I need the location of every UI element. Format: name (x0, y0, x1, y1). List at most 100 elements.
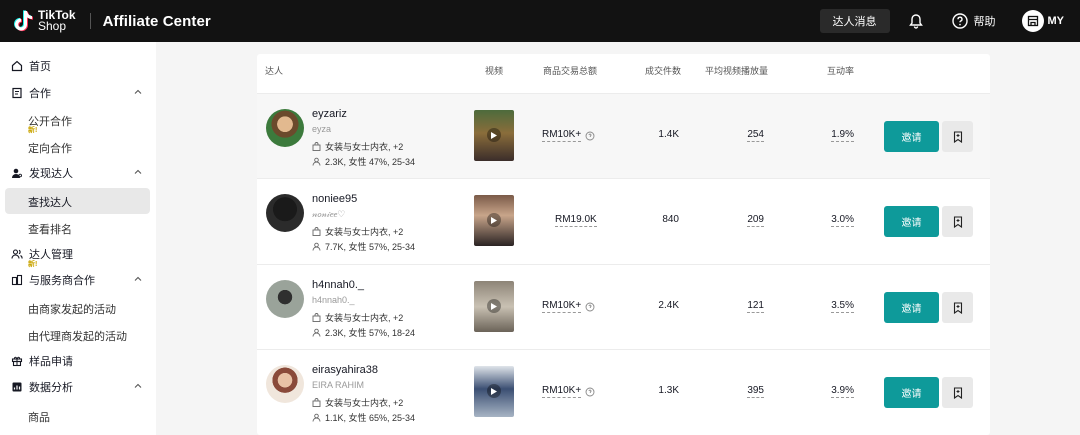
sidebar-item-sample-requests[interactable]: 样品申请 (0, 350, 156, 372)
video-thumbnail[interactable] (474, 366, 514, 417)
followers-icon (312, 413, 321, 422)
sidebar-item-targeted-collaboration[interactable]: 定向合作 (28, 140, 72, 156)
table-row[interactable]: noniee95 𝓃𝑜𝓃𝒾𝑒𝑒♡ 女装与女士内衣, +2 7.7K, 女性 57… (257, 178, 990, 264)
video-thumbnail[interactable] (474, 195, 514, 246)
chart-icon (11, 381, 23, 393)
creator-followers: 1.1K, 女性 65%, 25-34 (312, 411, 415, 424)
creator-category: 女装与女士内衣, +2 (312, 140, 403, 153)
avg-views-text: 395 (747, 385, 764, 398)
category-text: 女装与女士内衣, +2 (325, 398, 404, 408)
sidebar-item-discover-creators[interactable]: 发现达人 (0, 162, 156, 184)
followers-text: 2.3K, 女性 57%, 18-24 (325, 328, 416, 338)
creator-handle: 𝓃𝑜𝓃𝒾𝑒𝑒♡ (312, 209, 346, 219)
items-sold-value: 840 (662, 214, 679, 225)
sidebar-item-collaboration[interactable]: 合作 (0, 82, 156, 104)
followers-text: 2.3K, 女性 47%, 25-34 (325, 157, 416, 167)
gmv-value: RM19.0K (555, 214, 597, 227)
avg-views-text: 254 (747, 129, 764, 142)
creator-name[interactable]: eyzariz (312, 108, 347, 120)
chevron-up-icon (134, 276, 142, 281)
category-text: 女装与女士内衣, +2 (325, 227, 404, 237)
creator-avatar[interactable] (266, 109, 304, 147)
creator-avatar[interactable] (266, 280, 304, 318)
column-header-engagement[interactable]: 互动率 (827, 64, 854, 77)
video-thumbnail[interactable] (474, 281, 514, 332)
tiktok-shop-logo[interactable]: TikTok Shop (12, 9, 76, 33)
creator-avatar[interactable] (266, 194, 304, 232)
gift-icon (11, 355, 23, 367)
sidebar-item-view-rankings[interactable]: 查看排名 (28, 221, 72, 237)
new-badge: 新! (28, 261, 38, 268)
sidebar-item-label: 发现达人 (29, 168, 73, 180)
creator-name[interactable]: h4nnah0._ (312, 279, 364, 291)
table-row[interactable]: eirasyahira38 EIRA RAHIM 女装与女士内衣, +2 1.1… (257, 349, 990, 435)
sidebar-item-merchant-campaigns[interactable]: 由商家发起的活动 (28, 301, 116, 317)
document-icon (11, 87, 23, 99)
bookmark-icon (953, 130, 962, 143)
sidebar-item-label: 样品申请 (29, 356, 73, 368)
info-icon[interactable] (585, 302, 595, 312)
column-header-video: 视频 (485, 66, 504, 76)
home-icon (11, 60, 23, 72)
followers-icon (312, 242, 321, 251)
chevron-up-icon (134, 169, 142, 174)
engagement-text: 3.0% (831, 214, 854, 227)
invite-button[interactable]: 邀请 (884, 206, 939, 237)
avg-views-value: 121 (722, 300, 764, 313)
column-header-avg-views[interactable]: 平均视频播放量 (705, 64, 768, 77)
items-sold-value: 2.4K (658, 300, 679, 311)
bookmark-button[interactable] (942, 121, 973, 152)
table-row[interactable]: h4nnah0._ h4nnah0._ 女装与女士内衣, +2 2.3K, 女性… (257, 264, 990, 350)
table-row[interactable]: eyzariz eyza 女装与女士内衣, +2 2.3K, 女性 47%, 2… (257, 93, 990, 179)
bookmark-button[interactable] (942, 206, 973, 237)
top-bar: TikTok Shop Affiliate Center 达人消息 帮助 MY (0, 0, 1080, 42)
gmv-text: RM10K+ (542, 385, 582, 398)
shop-avatar (1021, 10, 1044, 32)
creator-category: 女装与女士内衣, +2 (312, 311, 403, 324)
new-badge: 新! (28, 127, 38, 134)
creator-category: 女装与女士内衣, +2 (312, 396, 403, 409)
sidebar-item-find-creators[interactable]: 查找达人 (28, 194, 72, 210)
sidebar-item-agency-campaigns[interactable]: 由代理商发起的活动 (28, 328, 127, 344)
info-icon[interactable] (585, 387, 595, 397)
engagement-value: 1.9% (812, 129, 854, 142)
engagement-value: 3.9% (812, 385, 854, 398)
column-header-items-sold[interactable]: 成交件数 (645, 64, 681, 77)
help-button[interactable]: 帮助 (951, 13, 996, 29)
invite-button[interactable]: 邀请 (884, 121, 939, 152)
shopping-bag-icon (312, 227, 321, 236)
table-header: 达人 视频 商品交易总额 成交件数 平均视频播放量 互动率 (257, 54, 990, 84)
bell-icon[interactable] (908, 13, 924, 29)
sidebar: 首页 合作 公开合作 新! 定向合作 发现达人 查找达人 查看排名 达人管理 新… (0, 42, 156, 435)
sidebar-item-data-analysis[interactable]: 数据分析 (0, 376, 156, 398)
avg-views-value: 209 (722, 214, 764, 227)
column-header-gmv[interactable]: 商品交易总额 (543, 64, 597, 77)
handshake-icon (11, 274, 23, 286)
items-sold-value: 1.4K (658, 129, 679, 140)
info-icon[interactable] (585, 131, 595, 141)
gmv-text: RM19.0K (555, 214, 597, 227)
sidebar-item-home[interactable]: 首页 (0, 55, 156, 77)
avg-views-value: 254 (722, 129, 764, 142)
sidebar-item-partner-collaboration[interactable]: 与服务商合作 (0, 269, 156, 291)
followers-icon (312, 157, 321, 166)
video-thumbnail[interactable] (474, 110, 514, 161)
creator-avatar[interactable] (266, 365, 304, 403)
account-menu[interactable]: MY (1021, 10, 1064, 32)
followers-text: 1.1K, 女性 65%, 25-34 (325, 413, 416, 423)
creator-messages-button[interactable]: 达人消息 (819, 9, 890, 33)
sidebar-item-label: 数据分析 (29, 382, 73, 394)
creator-name[interactable]: eirasyahira38 (312, 364, 378, 376)
sidebar-item-products[interactable]: 商品 (28, 409, 50, 425)
invite-button[interactable]: 邀请 (884, 377, 939, 408)
creator-category: 女装与女士内衣, +2 (312, 225, 403, 238)
invite-button[interactable]: 邀请 (884, 292, 939, 323)
creator-name[interactable]: noniee95 (312, 193, 357, 205)
bookmark-button[interactable] (942, 377, 973, 408)
bookmark-button[interactable] (942, 292, 973, 323)
category-text: 女装与女士内衣, +2 (325, 313, 404, 323)
sidebar-item-creator-management[interactable]: 达人管理 (0, 243, 156, 265)
avg-views-text: 209 (747, 214, 764, 227)
followers-icon (312, 328, 321, 337)
play-icon (487, 299, 501, 313)
